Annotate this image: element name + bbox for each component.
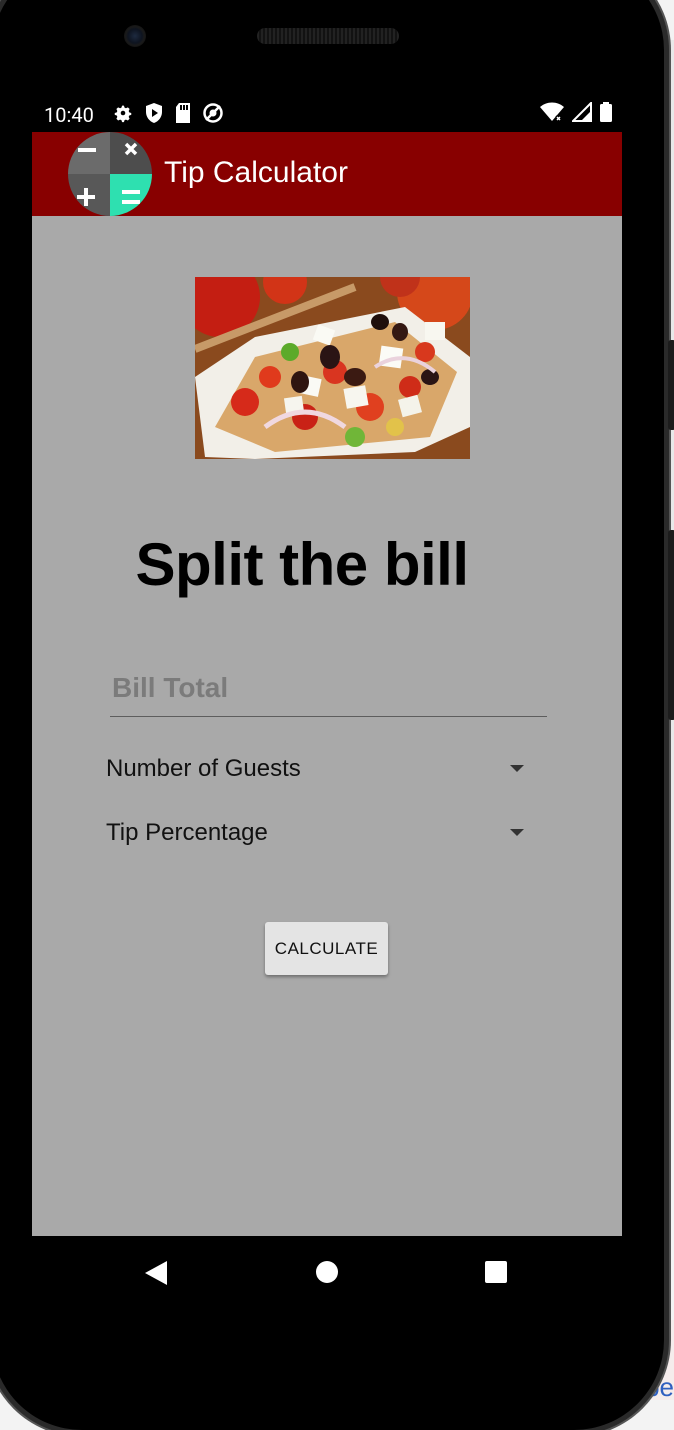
wifi-icon — [540, 102, 564, 122]
app-bar: Tip Calculator — [32, 132, 622, 216]
calculate-button[interactable]: CALCULATE — [265, 922, 388, 975]
cell-signal-icon — [572, 102, 592, 122]
bill-total-input[interactable] — [110, 659, 547, 717]
shield-play-icon — [146, 103, 162, 123]
guests-spinner[interactable]: Number of Guests — [106, 743, 536, 793]
salad-image — [195, 277, 470, 459]
tip-spinner[interactable]: Tip Percentage — [106, 807, 536, 857]
guests-spinner-label: Number of Guests — [106, 755, 301, 782]
dropdown-arrow-icon — [510, 765, 524, 772]
app-title: Tip Calculator — [164, 156, 348, 189]
recent-apps-icon[interactable] — [485, 1261, 507, 1283]
calculator-logo-icon — [68, 132, 152, 216]
power-button — [668, 340, 674, 430]
back-icon[interactable] — [145, 1261, 167, 1285]
home-icon[interactable] — [316, 1261, 338, 1283]
no-sync-icon — [203, 103, 223, 123]
volume-button — [668, 530, 674, 720]
page-heading: Split the bill — [135, 531, 470, 598]
app-screen: Tip Calculator Split the bill Bill Total… — [32, 132, 622, 1236]
settings-icon — [114, 105, 132, 123]
status-time: 10:40 — [44, 103, 94, 127]
battery-icon — [600, 102, 612, 122]
dropdown-arrow-icon — [510, 829, 524, 836]
front-camera — [124, 25, 146, 47]
status-bar: 10:40 — [32, 96, 622, 132]
navigation-bar — [32, 1236, 622, 1310]
sd-card-icon — [176, 103, 190, 123]
earpiece-speaker — [257, 28, 399, 44]
tip-spinner-label: Tip Percentage — [106, 819, 268, 846]
